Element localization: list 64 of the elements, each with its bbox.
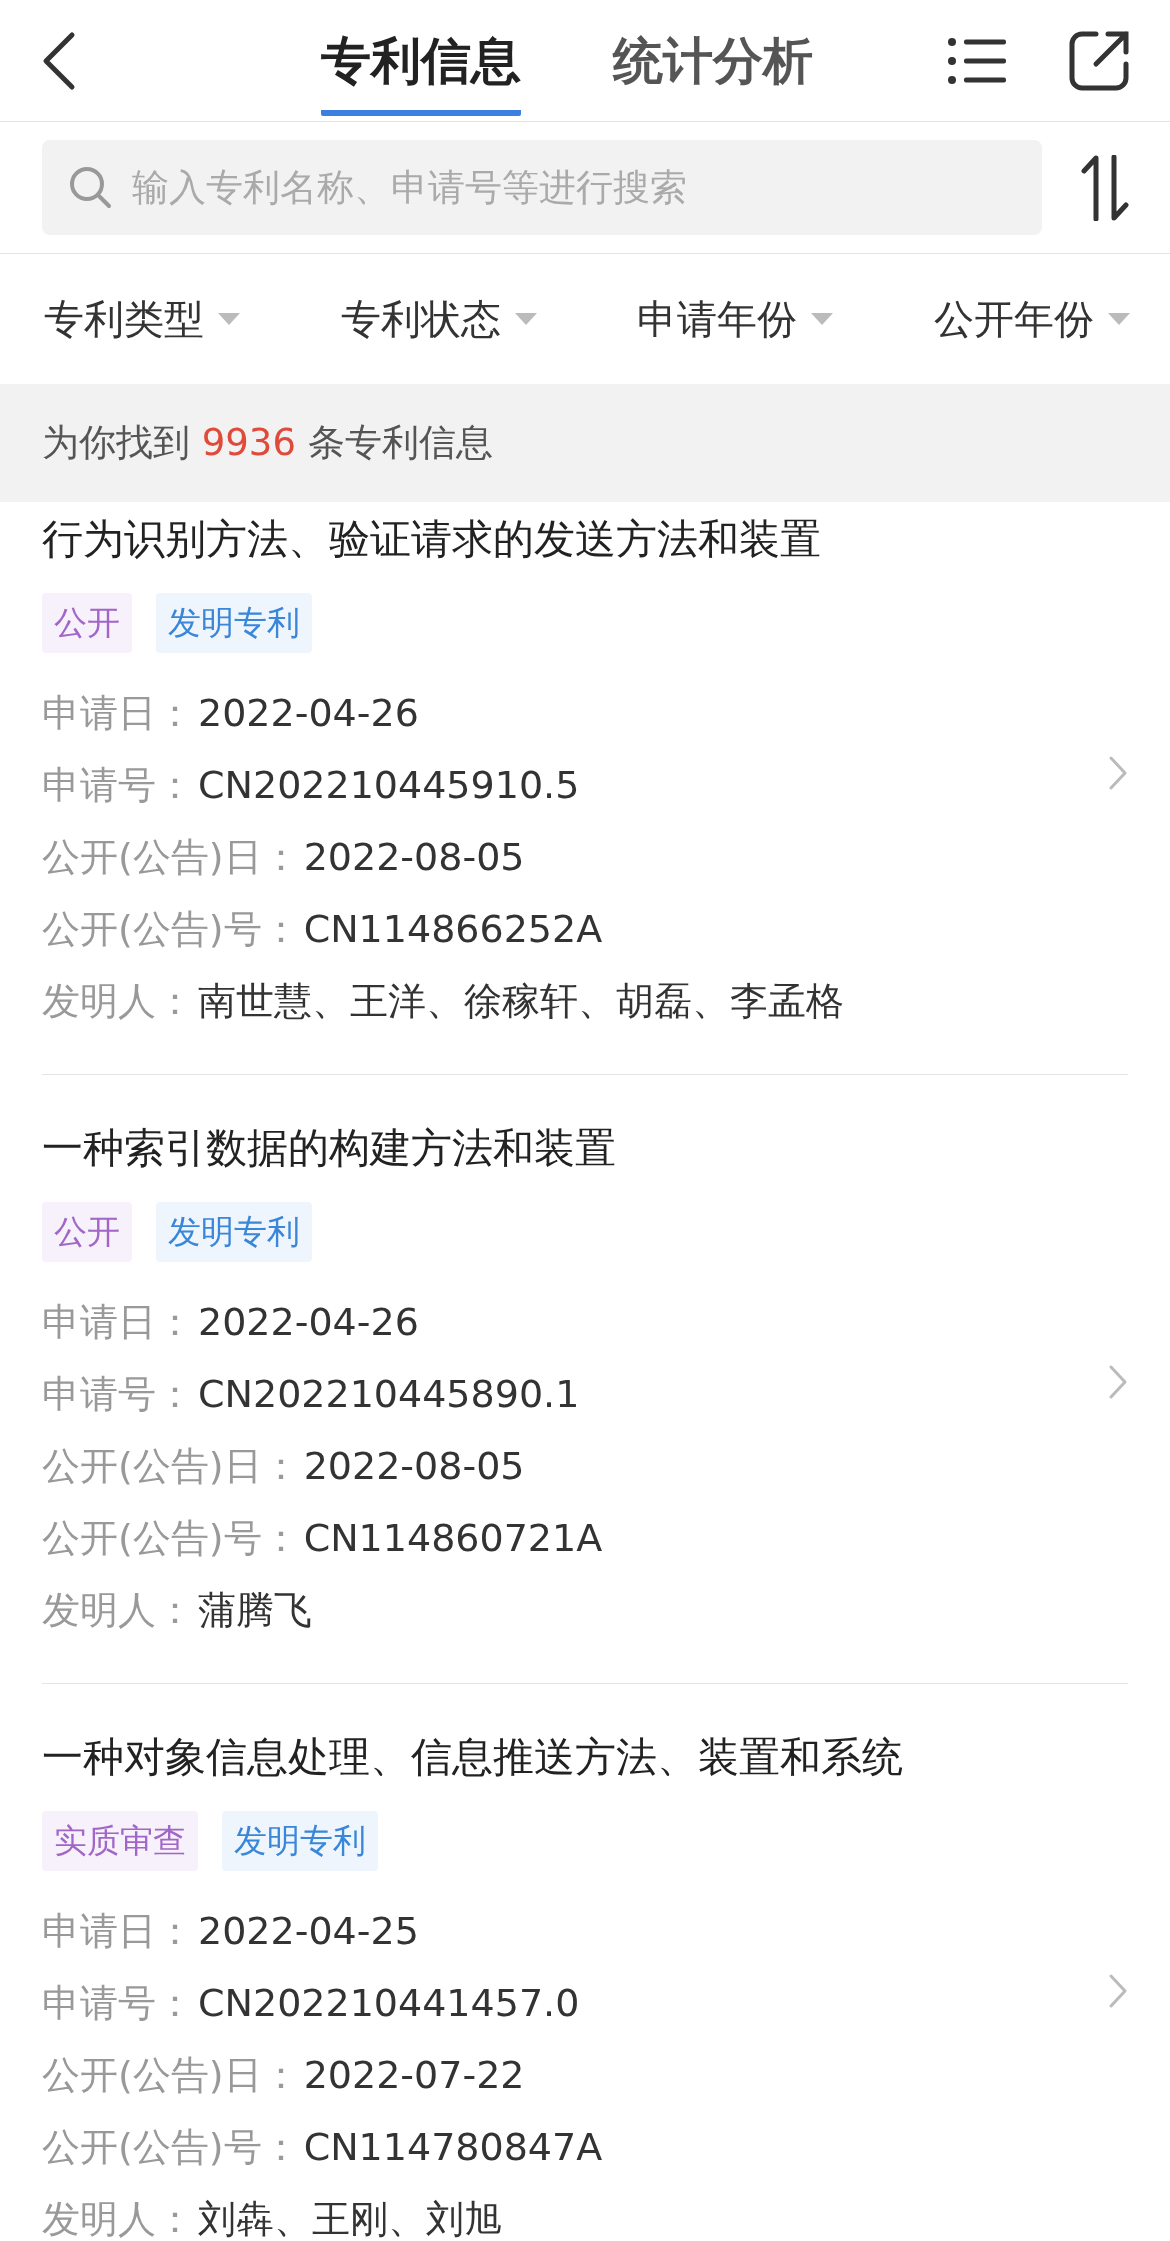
caret-icon — [1107, 313, 1130, 325]
patent-title: 一种对象信息处理、信息推送方法、装置和系统 — [42, 1732, 904, 1783]
field-value: CN114780847A — [303, 2125, 603, 2169]
filter-dropdown[interactable]: 专利状态 — [340, 291, 537, 347]
field-value: 2022-08-05 — [303, 835, 525, 879]
type-tag: 发明专利 — [156, 593, 312, 653]
field-value: CN202210445890.1 — [198, 1372, 580, 1416]
field-label: 申请号： — [42, 1979, 194, 2027]
chevron-right-icon — [1108, 755, 1128, 791]
menu-button[interactable] — [948, 37, 1006, 84]
type-tag: 发明专利 — [156, 1202, 312, 1262]
patent-title: 一种索引数据的构建方法和装置 — [42, 1123, 617, 1174]
field-label: 申请号： — [42, 1370, 194, 1418]
filter-dropdown[interactable]: 申请年份 — [637, 291, 834, 347]
list-icon — [948, 37, 1006, 84]
sort-button[interactable] — [1080, 154, 1130, 221]
field-value: CN202210441457.0 — [198, 1981, 580, 2025]
field-label: 申请号： — [42, 761, 194, 809]
field-value: CN114866252A — [303, 907, 603, 951]
caret-icon — [218, 313, 240, 325]
field-label: 公开(公告)日： — [42, 833, 300, 881]
patent-title: 行为识别方法、验证请求的发送方法和装置 — [42, 514, 822, 565]
header-tab[interactable]: 专利信息 — [321, 25, 521, 116]
caret-icon — [514, 313, 537, 325]
status-tag: 公开 — [42, 593, 132, 653]
field-value: 2022-07-22 — [303, 2053, 525, 2097]
result-count: 为你找到 9936 条专利信息 — [42, 420, 493, 466]
field-label: 申请日： — [42, 1298, 194, 1346]
caret-icon — [811, 313, 834, 325]
filter-dropdown[interactable]: 专利类型 — [44, 291, 240, 347]
search-icon — [68, 165, 112, 209]
patent-card[interactable]: 行为识别方法、验证请求的发送方法和装置 公开 发明专利 申请日：2022-04-26 申请号：CN202210445910.5 公开(公告)日：2022-08-05 公开(公告)号：CN114866252A 发明人：南世慧、王洋、徐稼轩、胡磊、李孟格 — [42, 502, 1128, 1075]
field-value: 刘犇、王刚、刘旭 — [198, 2195, 502, 2241]
sort-icon — [1080, 154, 1130, 221]
field-label: 申请日： — [42, 689, 194, 737]
field-value: 南世慧、王洋、徐稼轩、胡磊、李孟格 — [198, 977, 844, 1025]
field-value: CN202210445910.5 — [198, 763, 580, 807]
filter-dropdown[interactable]: 公开年份 — [933, 291, 1130, 347]
chevron-right-icon — [1108, 1973, 1128, 2009]
patent-card[interactable]: 一种对象信息处理、信息推送方法、装置和系统 实质审查 发明专利 申请日：2022-04-25 申请号：CN202210441457.0 公开(公告)日：2022-07-22 公开(公告)号：CN114780847A 发明人：刘犇、王刚、刘旭 — [42, 1684, 1128, 2241]
field-label: 公开(公告)日： — [42, 2051, 300, 2099]
share-icon — [1068, 29, 1130, 92]
field-value: 2022-04-25 — [198, 1909, 419, 1953]
field-label: 公开(公告)号： — [42, 2123, 300, 2171]
field-label: 发明人： — [42, 1586, 194, 1634]
field-label: 发明人： — [42, 2195, 194, 2241]
status-tag: 实质审查 — [42, 1811, 198, 1871]
field-value: 蒲腾飞 — [198, 1586, 312, 1634]
chevron-right-icon — [1108, 1364, 1128, 1400]
share-button[interactable] — [1068, 29, 1130, 92]
field-label: 公开(公告)号： — [42, 1514, 300, 1562]
field-label: 发明人： — [42, 977, 194, 1025]
field-value: CN114860721A — [303, 1516, 603, 1560]
field-value: 2022-08-05 — [303, 1444, 525, 1488]
search-field[interactable]: 输入专利名称、申请号等进行搜索 — [42, 140, 1042, 235]
field-value: 2022-04-26 — [198, 1300, 419, 1344]
type-tag: 发明专利 — [222, 1811, 378, 1871]
header-tab[interactable]: 统计分析 — [613, 25, 813, 116]
status-tag: 公开 — [42, 1202, 132, 1262]
field-value: 2022-04-26 — [198, 691, 419, 735]
field-label: 公开(公告)号： — [42, 905, 300, 953]
patent-card[interactable]: 一种索引数据的构建方法和装置 公开 发明专利 申请日：2022-04-26 申请号：CN202210445890.1 公开(公告)日：2022-08-05 公开(公告)号：CN114860721A 发明人：蒲腾飞 — [42, 1075, 1128, 1684]
field-label: 公开(公告)日： — [42, 1442, 300, 1490]
field-label: 申请日： — [42, 1907, 194, 1955]
